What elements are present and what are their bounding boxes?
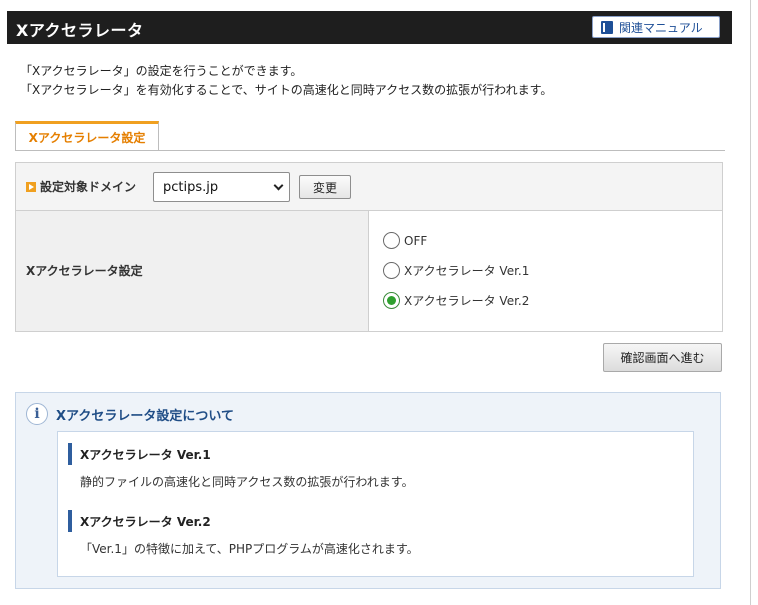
related-manual-label: 関連マニュアル xyxy=(619,20,703,35)
section-title-ver2: Xアクセラレータ Ver.2 xyxy=(80,515,211,529)
tab-label: Xアクセラレータ設定 xyxy=(28,131,146,145)
description-line-2: 「Xアクセラレータ」を有効化することで、サイトの高速化と同時アクセス数の拡張が行… xyxy=(20,83,553,97)
page-title: Xアクセラレータ xyxy=(16,21,144,40)
book-icon xyxy=(601,20,613,34)
radio-option-ver1[interactable]: Xアクセラレータ Ver.1 xyxy=(383,262,529,279)
radio-ver2[interactable] xyxy=(383,292,400,309)
section-marker xyxy=(68,510,72,532)
info-icon: i xyxy=(26,403,48,425)
radio-off[interactable] xyxy=(383,232,400,249)
related-manual-button[interactable]: 関連マニュアル xyxy=(592,16,720,38)
section-body-ver1: 静的ファイルの高速化と同時アクセス数の拡張が行われます。 xyxy=(80,475,414,489)
radio-ver1[interactable] xyxy=(383,262,400,279)
radio-label-ver1: Xアクセラレータ Ver.1 xyxy=(404,264,530,278)
info-content: Xアクセラレータ Ver.1 静的ファイルの高速化と同時アクセス数の拡張が行われ… xyxy=(57,431,694,577)
info-panel: i Xアクセラレータ設定について Xアクセラレータ Ver.1 静的ファイルの高… xyxy=(15,392,721,589)
description-line-1: 「Xアクセラレータ」の設定を行うことができます。 xyxy=(20,64,303,78)
accelerator-label: Xアクセラレータ設定 xyxy=(26,264,143,278)
settings-form: 設定対象ドメイン pctips.jp 変更 Xアクセラレータ設定 OFF Xアク… xyxy=(15,162,723,332)
radio-label-off: OFF xyxy=(404,233,428,248)
section-title-ver1: Xアクセラレータ Ver.1 xyxy=(80,448,211,462)
domain-select[interactable]: pctips.jp xyxy=(153,172,290,202)
tab-divider xyxy=(15,150,725,151)
arrow-bullet-icon xyxy=(26,182,36,192)
proceed-to-confirm-button[interactable]: 確認画面へ進む xyxy=(603,343,722,372)
page-description: 「Xアクセラレータ」の設定を行うことができます。 「Xアクセラレータ」を有効化す… xyxy=(20,62,552,100)
info-title: Xアクセラレータ設定について xyxy=(56,409,234,424)
domain-select-value: pctips.jp xyxy=(163,179,219,195)
section-body-ver2: 「Ver.1」の特徴に加えて、PHPプログラムが高速化されます。 xyxy=(80,542,419,556)
accelerator-label-cell: Xアクセラレータ設定 xyxy=(16,211,369,331)
tab-accelerator-settings[interactable]: Xアクセラレータ設定 xyxy=(15,121,159,151)
page-right-border xyxy=(750,0,751,605)
chevron-down-icon xyxy=(273,180,284,191)
radio-option-ver2[interactable]: Xアクセラレータ Ver.2 xyxy=(383,292,529,309)
accelerator-row: Xアクセラレータ設定 OFF Xアクセラレータ Ver.1 Xアクセラレータ V… xyxy=(16,211,722,331)
domain-label: 設定対象ドメイン xyxy=(40,180,137,194)
section-marker xyxy=(68,443,72,465)
page-header: Xアクセラレータ 関連マニュアル xyxy=(7,11,732,44)
change-domain-button[interactable]: 変更 xyxy=(299,175,351,199)
domain-row: 設定対象ドメイン pctips.jp 変更 xyxy=(16,163,722,211)
radio-label-ver2: Xアクセラレータ Ver.2 xyxy=(404,294,530,308)
radio-option-off[interactable]: OFF xyxy=(383,232,427,249)
